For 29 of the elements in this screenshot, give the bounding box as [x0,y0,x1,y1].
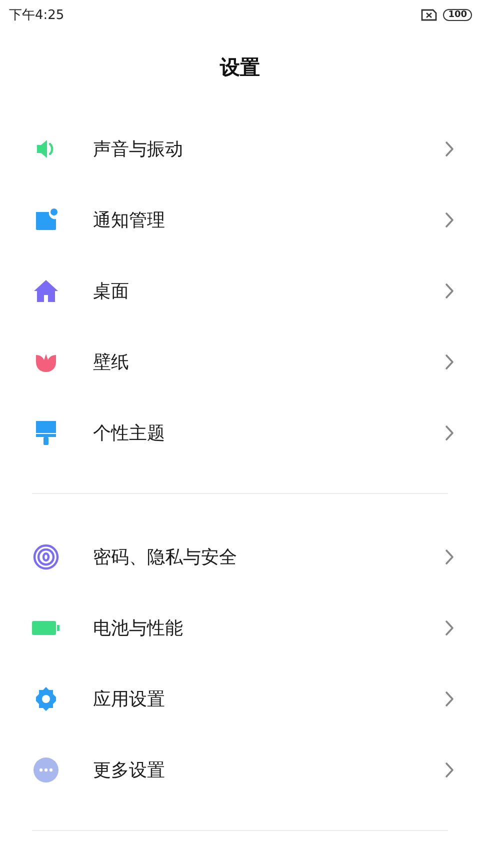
status-time: 下午4:25 [9,7,64,24]
gear-icon [33,686,59,712]
chevron-icon [445,212,454,228]
page-title: 设置 [220,54,260,80]
chevron-icon [445,354,454,370]
chevron-icon [445,690,454,706]
settings-item[interactable]: 壁纸 [0,326,480,397]
chevron-icon [445,282,454,298]
settings-item[interactable]: 声音与振动 [0,113,480,184]
settings-item[interactable]: 电池与性能 [0,592,480,663]
paint-roller-icon [35,420,57,446]
chevron-icon [445,620,454,636]
home-icon [33,278,59,302]
settings-item[interactable]: 密码、隐私与安全 [0,521,480,592]
more-icon [33,756,59,782]
chevron-icon [445,140,454,156]
settings-item[interactable]: 通知管理 [0,184,480,255]
notification-icon [34,208,58,232]
chevron-icon [445,424,454,440]
settings-item[interactable]: 更多设置 [0,734,480,805]
settings-item[interactable]: 个性主题 [0,397,480,468]
chevron-icon [445,762,454,778]
fingerprint-icon [33,544,59,570]
settings-item[interactable]: 应用设置 [0,663,480,734]
settings-item[interactable]: 桌面 [0,255,480,326]
chevron-icon [445,548,454,564]
no-sim-icon [421,9,438,21]
battery-level: 100 [443,9,472,21]
battery-icon [32,620,60,636]
